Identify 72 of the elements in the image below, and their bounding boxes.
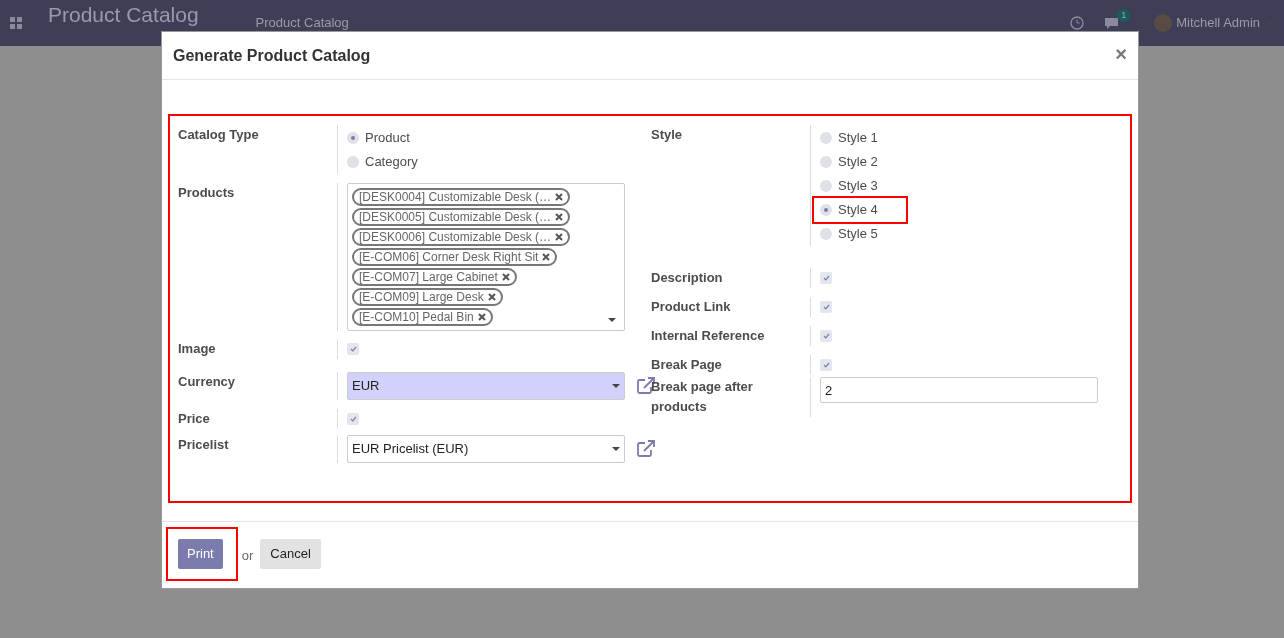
select-field[interactable]: EUR Pricelist (EUR) (347, 435, 625, 463)
radio-label: Product (365, 129, 410, 148)
dialog-title: Generate Product Catalog (173, 45, 371, 66)
remove-icon[interactable] (501, 273, 510, 281)
checkbox[interactable] (347, 343, 359, 355)
check-icon (822, 275, 830, 281)
app-title: Product Catalog (48, 4, 199, 26)
field-label: Image (178, 340, 217, 358)
radio-label: Category (365, 153, 418, 172)
field-label: Currency (178, 373, 237, 391)
chat-icon[interactable] (1104, 16, 1120, 30)
checkbox[interactable] (347, 413, 359, 425)
product-tag[interactable]: [E-COM09] Large Desk (352, 288, 503, 306)
field-label: Description (651, 269, 724, 287)
breadcrumb-link[interactable]: Product Catalog (255, 13, 349, 33)
apps-grid-icon[interactable] (10, 17, 22, 29)
product-tag[interactable]: [DESK0006] Customizable Desk (… (352, 228, 571, 246)
radio-label: Style 1 (838, 129, 878, 148)
field-label: Break page after products (651, 378, 754, 416)
field-label: Price (178, 410, 211, 428)
check-icon (349, 346, 357, 352)
radio-button[interactable] (347, 156, 359, 168)
product-tag[interactable]: [E-COM10] Pedal Bin (352, 308, 493, 326)
clock-icon[interactable] (1070, 16, 1085, 30)
radio-label: Style 2 (838, 153, 878, 172)
product-tag[interactable]: [DESK0004] Customizable Desk (… (352, 188, 571, 206)
product-tag[interactable]: [DESK0005] Customizable Desk (… (352, 208, 571, 226)
check-icon (822, 333, 830, 339)
or-text: or (241, 547, 254, 566)
remove-icon[interactable] (555, 233, 564, 241)
radio-button[interactable] (820, 156, 832, 168)
checkbox[interactable] (820, 330, 832, 342)
select-field[interactable]: EUR (347, 372, 625, 400)
field-label: Product Link (651, 298, 732, 316)
check-icon (349, 416, 357, 422)
radio-button[interactable] (820, 204, 832, 216)
caret-icon (612, 384, 620, 388)
checkbox[interactable] (820, 301, 832, 313)
field-label: Catalog Type (178, 126, 260, 144)
cancel-button[interactable]: Cancel (260, 539, 321, 569)
radio-button[interactable] (820, 132, 832, 144)
notification-badge: 1 (1117, 8, 1131, 22)
remove-icon[interactable] (542, 253, 551, 261)
remove-icon[interactable] (477, 313, 486, 321)
radio-button[interactable] (820, 180, 832, 192)
radio-label: Style 3 (838, 177, 878, 196)
product-tag[interactable]: [E-COM07] Large Cabinet (352, 268, 517, 286)
check-icon (822, 304, 830, 310)
external-link-icon[interactable] (636, 440, 656, 458)
close-button[interactable]: × (1115, 43, 1127, 64)
user-menu[interactable]: Mitchell Admin (1176, 13, 1274, 33)
caret-icon (608, 318, 616, 322)
radio-label: Style 5 (838, 225, 878, 244)
caret-icon (612, 447, 620, 451)
radio-label: Style 4 (838, 201, 878, 220)
field-label: Products (178, 184, 236, 202)
print-button[interactable]: Print (178, 539, 223, 569)
radio-button[interactable] (347, 132, 359, 144)
tags-field[interactable]: [DESK0004] Customizable Desk (… [DESK0005] Customizable Desk (… [DESK0006] Customizable Desk (… [E-COM06] Corner Desk Right Sit [E-COM07] Large Cabinet [E-COM09] Large Desk [E-COM10] Pedal Bin (347, 183, 625, 331)
product-tag[interactable]: [E-COM06] Corner Desk Right Sit (352, 248, 558, 266)
checkbox[interactable] (820, 359, 832, 371)
field-label: Pricelist (178, 436, 230, 454)
radio-button[interactable] (820, 228, 832, 240)
checkbox[interactable] (820, 272, 832, 284)
remove-icon[interactable] (487, 293, 496, 301)
check-icon (822, 362, 830, 368)
remove-icon[interactable] (555, 213, 564, 221)
number-field[interactable]: 2 (820, 377, 1098, 403)
remove-icon[interactable] (555, 193, 564, 201)
field-label: Break Page (651, 356, 723, 374)
field-label: Style (651, 126, 684, 144)
field-label: Internal Reference (651, 327, 766, 345)
